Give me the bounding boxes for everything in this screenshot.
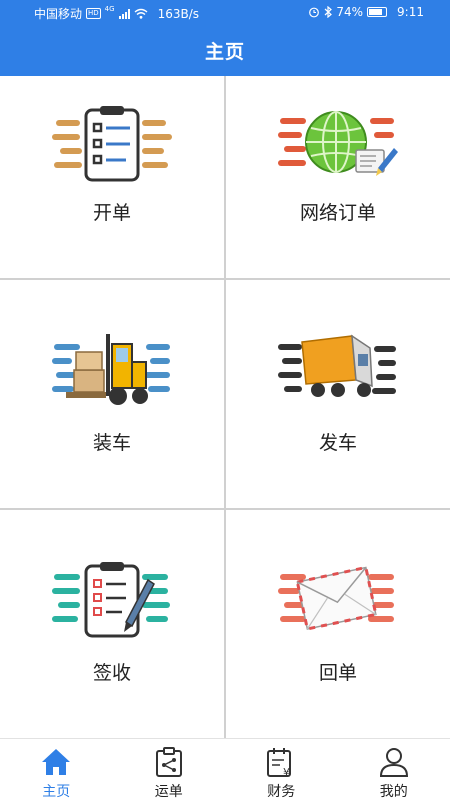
wifi-icon (134, 8, 148, 19)
network-speed: 163B/s (157, 6, 199, 21)
carrier-name: 中国移动 (34, 7, 83, 21)
tab-label: 运单 (154, 784, 183, 800)
tile-label: 回单 (318, 662, 357, 684)
tile-open-order[interactable]: 开单 (0, 76, 224, 278)
tab-waybill[interactable]: 运单 (113, 739, 226, 800)
tab-label: 主页 (42, 784, 71, 800)
tab-mine[interactable]: 我的 (338, 739, 450, 800)
function-grid: 开单 网络订单 装车 发车 签收 回单 (0, 76, 450, 738)
bottom-tab-bar: 主页 运单 ¥ 财务 我的 (0, 738, 450, 800)
tab-label: 财务 (267, 784, 296, 800)
globe-order-icon (278, 111, 398, 176)
finance-calendar-icon: ¥ (267, 748, 292, 779)
tile-label: 签收 (92, 662, 131, 684)
clipboard-checklist-icon (52, 106, 172, 182)
status-bar: 中国移动 HD 4G 163B/s 74% 9:11 (0, 0, 450, 26)
envelope-icon (278, 565, 394, 631)
tile-loading[interactable]: 装车 (0, 280, 224, 508)
home-icon (42, 749, 71, 775)
tab-label: 我的 (379, 784, 408, 800)
tile-dispatch[interactable]: 发车 (226, 280, 450, 508)
clock-time: 9:11 (397, 5, 424, 19)
signal-icon (118, 8, 130, 19)
network-gen: 4G (104, 5, 115, 13)
svg-text:¥: ¥ (283, 766, 290, 779)
tile-sign-receipt[interactable]: 签收 (0, 510, 224, 738)
tile-label: 网络订单 (299, 202, 376, 224)
bluetooth-icon (324, 6, 333, 18)
hd-badge: HD (86, 8, 101, 19)
tile-label: 装车 (92, 432, 131, 454)
battery-icon (367, 7, 388, 17)
tile-label: 发车 (318, 432, 357, 454)
waybill-icon (155, 747, 182, 777)
app-header: 中国移动 HD 4G 163B/s 74% 9:11 主页 (0, 0, 450, 76)
battery-percent: 74% (336, 5, 364, 19)
tile-network-order[interactable]: 网络订单 (226, 76, 450, 278)
alarm-icon (309, 7, 320, 18)
sign-clipboard-icon (52, 562, 170, 638)
tab-home[interactable]: 主页 (0, 739, 113, 800)
tile-label: 开单 (92, 202, 131, 224)
truck-icon (278, 334, 396, 397)
tile-return-receipt[interactable]: 回单 (226, 510, 450, 738)
page-title: 主页 (204, 41, 245, 63)
forklift-boxes-icon (52, 334, 170, 405)
user-profile-icon (379, 748, 408, 777)
tab-finance[interactable]: ¥ 财务 (225, 739, 338, 800)
